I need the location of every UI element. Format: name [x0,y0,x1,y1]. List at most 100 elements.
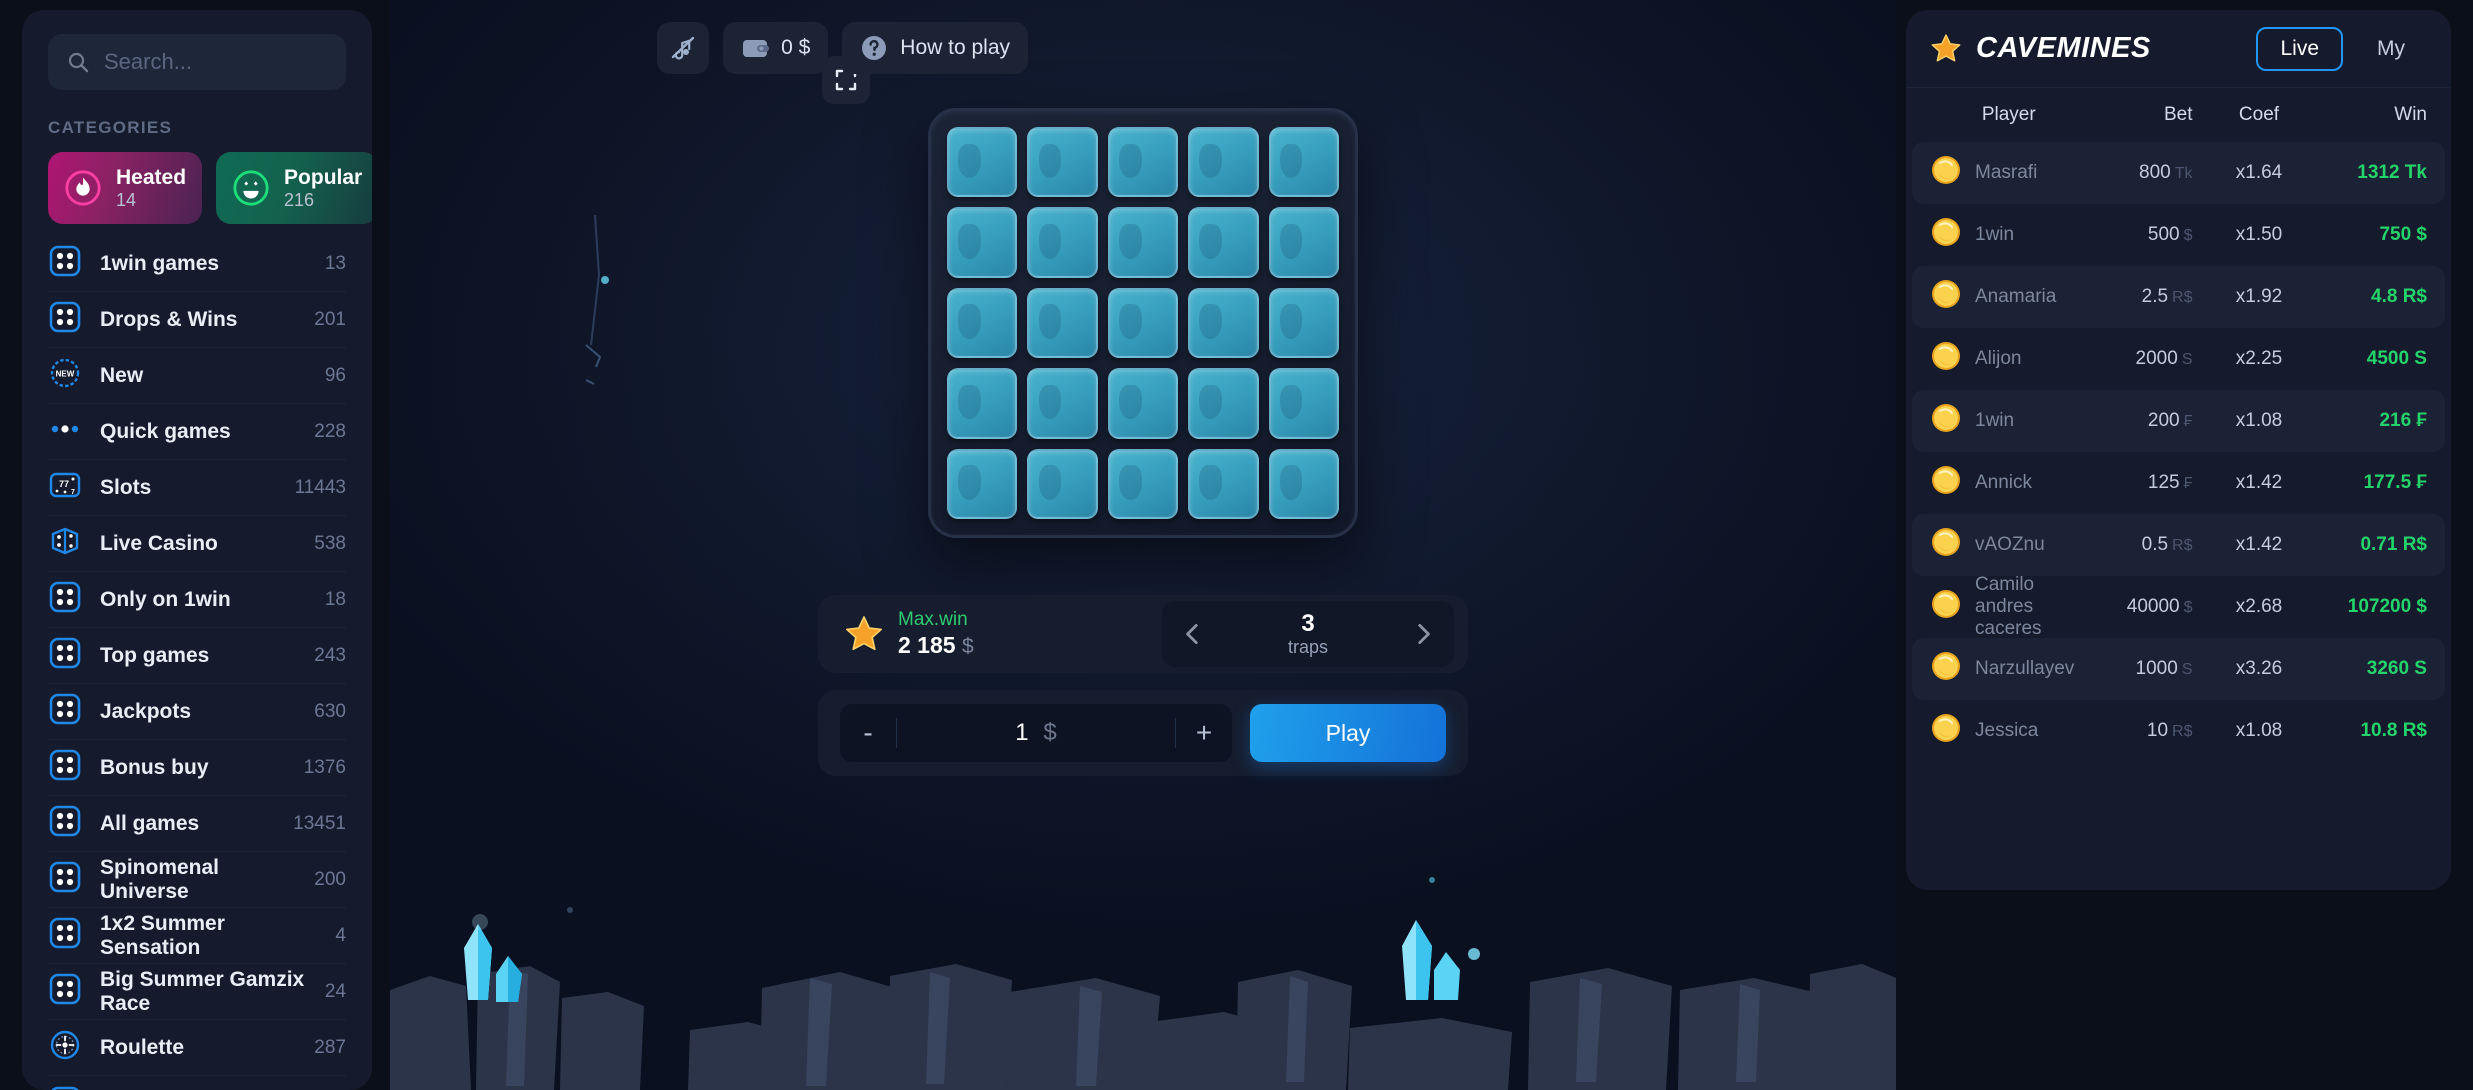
sidebar-item-quick-games[interactable]: Quick games 228 [48,404,346,460]
mine-cell[interactable] [1107,368,1179,439]
how-to-play-button[interactable]: How to play [842,22,1028,74]
mine-cell[interactable] [1188,368,1259,439]
mine-cell[interactable] [1107,207,1179,278]
mine-cell[interactable] [1027,287,1098,359]
bet-cell: 0.5 R$ [2088,534,2207,556]
mine-cell[interactable] [1188,287,1259,359]
mine-cell[interactable] [1027,448,1098,519]
bet-increment-button[interactable]: + [1176,717,1232,749]
mine-cell[interactable] [1107,127,1179,198]
sidebar-item-drops-wins[interactable]: Drops & Wins 201 [48,292,346,348]
max-win-value: 2 185 $ [898,632,974,659]
table-row[interactable]: Anamaria 2.5 R$ x1.92 4.8 R$ [1912,266,2445,328]
chevron-right-icon[interactable] [1410,621,1436,647]
table-row[interactable]: Camilo andres caceres 40000 $ x2.68 107200 $ [1912,574,2445,639]
mine-cell[interactable] [1027,368,1098,439]
flame-icon [65,170,101,206]
column-bet: Bet [2163,104,2193,125]
bet-currency: R$ [2172,289,2193,306]
sidebar-item-spinomenal-universe[interactable]: Spinomenal Universe 200 [48,852,346,908]
traps-value-group: 3 traps [1288,610,1328,658]
sidebar-item-bonus-buy[interactable]: Bonus buy 1376 [48,740,346,796]
traps-count: 3 [1301,609,1315,637]
mine-cell[interactable] [947,127,1018,198]
avatar [1930,650,1962,688]
traps-selector[interactable]: 3 traps [1162,601,1454,667]
chip-popular-count: 216 [284,189,315,210]
sidebar-item-big-summer-gamzix-race[interactable]: Big Summer Gamzix Race 24 [48,964,346,1020]
sidebar-item-only-on-1win[interactable]: Only on 1win 18 [48,572,346,628]
tab-my[interactable]: My [2355,29,2427,69]
mine-cell[interactable] [1268,127,1339,198]
play-button[interactable]: Play [1250,704,1446,762]
sidebar-item-top-games[interactable]: Top games 243 [48,628,346,684]
sidebar-item-1win-games[interactable]: 1win games 13 [48,236,346,292]
table-row[interactable]: Jessica 10 R$ x1.08 10.8 R$ [1912,700,2445,762]
star-icon [1931,33,1961,61]
mine-cell[interactable] [1107,287,1179,359]
search-box[interactable] [48,34,372,90]
sidebar-item-label: Jackpots [100,699,192,723]
coef-cell: x1.42 [2235,534,2283,555]
sidebar-item-label: Spinomenal Universe [100,855,220,903]
bet-amount: 500 [2147,224,2180,245]
chevron-left-icon[interactable] [1180,621,1206,647]
mine-cell[interactable] [1188,127,1259,198]
chip-popular[interactable]: Popular 216 [216,152,372,224]
chip-heated[interactable]: Heated 14 [48,152,203,224]
table-row[interactable]: Annick 125 ₣ x1.42 177.5 ₣ [1912,452,2445,514]
wallet-button[interactable]: 0 $ [723,22,829,74]
table-row[interactable]: Alijon 2000 Sx2.25 4500 S [1912,328,2445,390]
mine-cell[interactable] [1027,127,1098,198]
chip-popular-label: Popular [284,165,363,189]
sidebar-item-label: 1win games [100,251,220,275]
mine-cell[interactable] [1107,448,1179,519]
bet-cell: 125 ₣ [2088,472,2207,494]
table-row[interactable]: Masrafi 800 Tk x1.64 1312 Tk [1912,142,2445,204]
table-row[interactable]: 1win 200 ₣ x1.08 216 ₣ [1912,390,2445,452]
bet-decrement-button[interactable]: - [840,717,896,749]
win-cell: 216 ₣ [2379,410,2427,431]
sidebar-item-new[interactable]: NEW New 96 [48,348,346,404]
app-root: CATEGORIES Heated 14 Popu [0,0,2473,1090]
sound-toggle-button[interactable] [657,22,710,74]
coef-cell: x1.42 [2235,472,2283,493]
mine-cell[interactable] [947,448,1018,519]
table-row[interactable]: 1win 500 $ x1.50 750 $ [1912,204,2445,266]
search-input[interactable] [104,49,372,75]
grid-dots-icon [48,244,82,283]
mine-cell[interactable] [1188,207,1259,278]
player-cell: Jessica [1930,712,2088,750]
mine-cell[interactable] [1188,448,1259,519]
grid-dots-icon [48,580,82,619]
mine-cell[interactable] [1027,207,1098,278]
mine-cell[interactable] [947,207,1018,278]
mine-cell[interactable] [1268,207,1339,278]
sidebar-item-megaways[interactable]: Megaways145 [48,1076,346,1090]
bet-currency: S [2181,351,2193,368]
mine-cell[interactable] [947,368,1018,439]
sidebar-item-jackpots[interactable]: Jackpots 630 [48,684,346,740]
mine-cell[interactable] [1268,368,1339,439]
sidebar-item-live-casino[interactable]: Live Casino 538 [48,516,346,572]
live-table-body: Masrafi 800 Tk x1.64 1312 Tk 1win 500 $ x1.50 750… [1906,142,2451,762]
sidebar-item-roulette[interactable]: Roulette 287 [48,1020,346,1076]
crystal-cluster-right [1402,920,1480,1000]
table-row[interactable]: Narzullayev 1000 Sx3.26 3260 S [1912,638,2445,700]
bet-input[interactable]: - 1 $ + [840,704,1232,762]
mine-cell[interactable] [1268,287,1339,359]
win-cell: 1312 Tk [2357,162,2427,183]
table-row[interactable]: vAOZnu 0.5 R$ x1.42 0.71 R$ [1912,514,2445,576]
tab-live[interactable]: Live [2256,26,2343,71]
sidebar-item-slots[interactable]: 77 7 Slots 11443 [48,460,346,516]
avatar [1930,526,1962,564]
win-cell: 10.8 R$ [2360,720,2427,741]
sidebar-item-1x2-summer-sensation[interactable]: 1x2 Summer Sensation 4 [48,908,346,964]
coef-cell: x1.64 [2235,162,2283,183]
mine-cell[interactable] [947,287,1018,359]
bet-currency: ₣ [2183,475,2193,492]
sidebar-item-all-games[interactable]: All games 13451 [48,796,346,852]
mine-cell[interactable] [1268,448,1339,519]
win-cell: 3260 S [2366,658,2427,679]
how-to-play-label: How to play [900,36,1010,59]
